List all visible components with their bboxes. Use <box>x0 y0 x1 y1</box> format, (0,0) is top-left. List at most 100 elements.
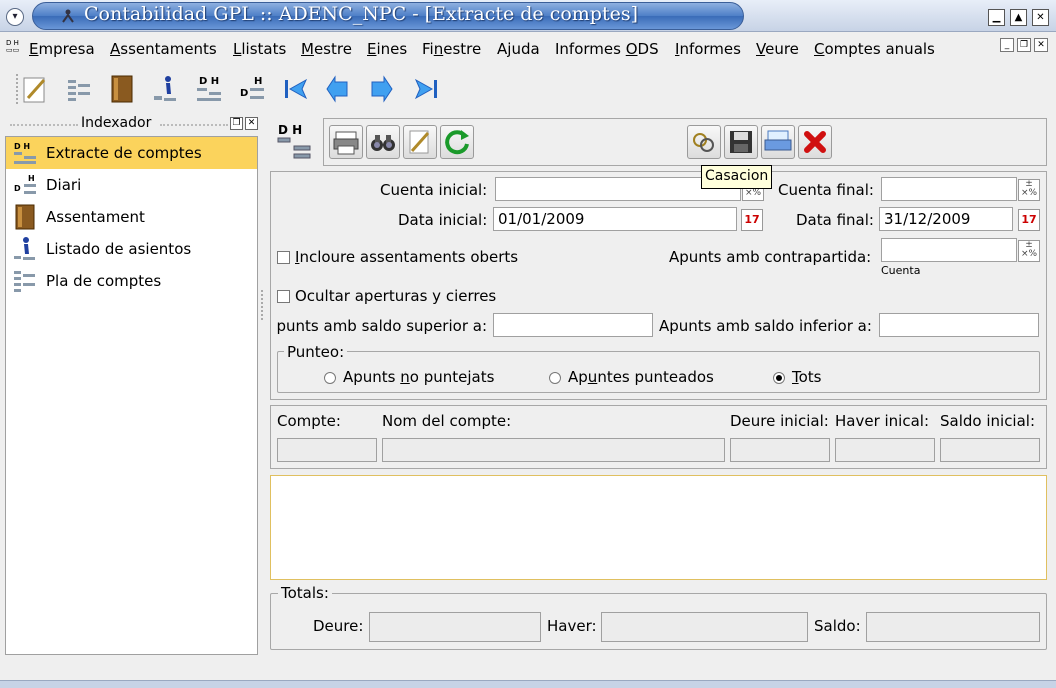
chart-of-accounts-icon[interactable] <box>64 72 96 106</box>
cuenta-final-input[interactable] <box>881 177 1017 201</box>
saldo-label: Saldo: <box>814 617 861 635</box>
dock-list: D H Extracte de comptes HD Diari Assenta… <box>5 136 258 655</box>
chart-of-accounts-icon <box>12 268 38 294</box>
menu-item[interactable]: Informes ODS <box>555 40 659 58</box>
incloure-checkbox[interactable] <box>277 251 290 264</box>
data-final-input[interactable]: 31/12/2009 <box>879 207 1013 231</box>
deure-label: Deure: <box>313 617 364 635</box>
dock-item-diari[interactable]: HD Diari <box>6 169 257 201</box>
svg-text:D H: D H <box>278 123 302 137</box>
svg-text:D H: D H <box>199 76 219 87</box>
menu-item[interactable]: Comptes anuals <box>814 40 935 58</box>
journal-dh-icon[interactable]: D H <box>193 72 225 106</box>
mdi-restore-icon[interactable]: ❐ <box>1017 38 1031 52</box>
search-binoculars-button[interactable] <box>366 125 400 159</box>
radio-no-puntejats[interactable] <box>324 372 336 384</box>
dock-item-listado[interactable]: Listado de asientos <box>6 233 257 265</box>
radio-tots[interactable] <box>773 372 785 384</box>
next-record-icon[interactable] <box>366 72 398 106</box>
menu-item[interactable]: Llistats <box>233 40 286 58</box>
edit-pen-icon[interactable] <box>20 72 52 106</box>
dock-item-assentament[interactable]: Assentament <box>6 201 257 233</box>
menu-item[interactable]: Veure <box>756 40 799 58</box>
ocultar-label: Ocultar aperturas y cierres <box>295 287 497 305</box>
contrapartida-sublabel: Cuenta <box>881 264 921 277</box>
menu-item[interactable]: Informes <box>675 40 741 58</box>
haver-inicial-label: Haver inical: <box>835 412 930 430</box>
data-inicial-input[interactable]: 01/01/2009 <box>493 207 737 231</box>
window-bottom-border <box>0 680 1056 688</box>
dock-grip-left <box>10 124 78 126</box>
cuenta-inicial-label: Cuenta inicial: <box>380 181 488 199</box>
journal-dh2-icon[interactable]: HD <box>236 72 268 106</box>
person-list-icon <box>12 236 38 262</box>
svg-text:D H: D H <box>14 142 30 151</box>
window-menu-icon[interactable]: ▾ <box>6 8 24 26</box>
journal-dh2-icon: HD <box>12 172 38 198</box>
window-title: Contabilidad GPL :: ADENC_NPC - [Extract… <box>84 3 639 25</box>
dock-title: Indexador <box>81 115 152 131</box>
saldo-inferior-input[interactable] <box>879 313 1039 337</box>
svg-text:H: H <box>28 174 35 183</box>
radio-no-puntejats-label: Apunts no puntejats <box>343 368 495 386</box>
dock-item-label: Extracte de comptes <box>46 144 202 162</box>
contrapartida-label: Apunts amb contrapartida: <box>669 248 872 266</box>
menu-item[interactable]: Finestre <box>422 40 481 58</box>
dock-close-icon[interactable]: ✕ <box>245 117 258 130</box>
dock-item-label: Diari <box>46 176 82 194</box>
svg-text:D: D <box>14 184 21 193</box>
previous-record-icon[interactable] <box>323 72 355 106</box>
calendar-icon[interactable]: 17 <box>1018 209 1040 231</box>
deure-inicial-field <box>730 438 830 462</box>
incloure-label: Incloure assentaments oberts <box>295 248 519 266</box>
cuenta-final-search-icon[interactable]: ± ×% <box>1018 179 1040 201</box>
dock-item-label: Pla de comptes <box>46 272 162 290</box>
saldo-total-field <box>866 612 1040 642</box>
dock-float-icon[interactable]: ❐ <box>230 117 243 130</box>
casacion-button[interactable] <box>687 125 721 159</box>
last-record-icon[interactable] <box>410 72 442 106</box>
dock-item-extracte[interactable]: D H Extracte de comptes <box>6 137 257 169</box>
haver-inicial-field <box>835 438 935 462</box>
dock-item-pla[interactable]: Pla de comptes <box>6 265 257 297</box>
refresh-button[interactable] <box>440 125 474 159</box>
cuenta-final-label: Cuenta final: <box>778 181 874 199</box>
saldo-superior-input[interactable] <box>493 313 653 337</box>
dock-grip-right <box>160 124 228 126</box>
contrapartida-input[interactable] <box>881 238 1017 262</box>
document-icon[interactable]: D H ▭▭ <box>6 40 20 54</box>
maximize-icon[interactable]: ▲ <box>1010 9 1027 26</box>
menu-item[interactable]: Ajuda <box>497 40 540 58</box>
toolbar-handle <box>16 74 19 104</box>
minimize-icon[interactable]: ▁ <box>988 9 1005 26</box>
person-list-icon[interactable] <box>150 72 182 106</box>
deure-inicial-label: Deure inicial: <box>730 412 829 430</box>
mdi-close-icon[interactable]: ✕ <box>1034 38 1048 52</box>
splitter-handle[interactable] <box>261 290 263 320</box>
mdi-minimize-icon[interactable]: _ <box>1000 38 1014 52</box>
close-form-button[interactable] <box>798 125 832 159</box>
radio-punteados[interactable] <box>549 372 561 384</box>
menu-item[interactable]: Mestre <box>301 40 352 58</box>
calendar-icon[interactable]: 17 <box>741 209 763 231</box>
first-record-icon[interactable] <box>280 72 312 106</box>
close-icon[interactable]: ✕ <box>1032 9 1049 26</box>
ocultar-checkbox[interactable] <box>277 290 290 303</box>
menu-item[interactable]: Assentaments <box>110 40 217 58</box>
haver-label: Haver: <box>547 617 597 635</box>
print-preview-button[interactable] <box>761 125 795 159</box>
app-icon <box>60 8 76 24</box>
menu-item[interactable]: Eines <box>367 40 407 58</box>
saldo-superior-label: punts amb saldo superior a: <box>276 317 488 335</box>
edit-button[interactable] <box>403 125 437 159</box>
ledger-book-icon[interactable] <box>106 72 138 106</box>
menu-item[interactable]: Empresa <box>29 40 95 58</box>
results-table[interactable] <box>270 475 1047 580</box>
form-dh-icon: D H <box>274 120 316 164</box>
tooltip: Casacion <box>701 165 773 189</box>
print-button[interactable] <box>329 125 363 159</box>
dock-item-label: Listado de asientos <box>46 240 192 258</box>
save-button[interactable] <box>724 125 758 159</box>
deure-total-field <box>369 612 541 642</box>
contrapartida-search-icon[interactable]: ± ×% <box>1018 240 1040 262</box>
